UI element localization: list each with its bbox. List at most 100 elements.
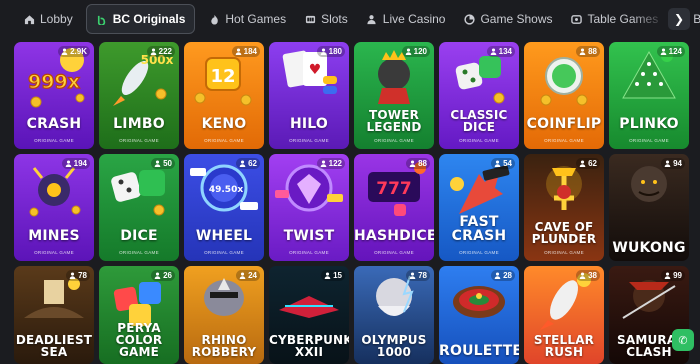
player-count-badge: 50 [151,158,175,169]
game-card-coinflip[interactable]: 88COINFLIPORIGINAL GAME [524,42,604,149]
user-icon [324,272,331,279]
home-icon [23,13,35,25]
original-game-label: ORIGINAL GAME [524,138,604,143]
user-icon [579,160,586,167]
player-count: 184 [244,47,257,56]
original-game-label: ORIGINAL GAME [99,250,179,255]
user-icon [320,160,327,167]
user-icon [154,160,161,167]
player-count-badge: 15 [321,270,345,281]
player-count-badge: 78 [66,270,90,281]
player-count-badge: 26 [151,270,175,281]
player-count-badge: 62 [236,158,260,169]
tab-lobby[interactable]: Lobby [14,4,82,34]
original-game-label: ORIGINAL GAME [269,138,349,143]
original-game-label: ORIGINAL GAME [99,138,179,143]
player-count-badge: 99 [661,270,685,281]
user-icon [409,272,416,279]
game-card-roulette[interactable]: 28ROULETTE [439,266,519,364]
game-card-olympus-1000[interactable]: 78 OLYMPUS 1000 [354,266,434,364]
game-title: DEADLIEST SEA [14,334,94,358]
game-show-icon [463,13,475,25]
bc-logo-icon [96,13,108,25]
original-game-label: ORIGINAL GAME [184,250,264,255]
player-count: 50 [163,159,172,168]
game-card-plinko[interactable]: 124PLINKOORIGINAL GAME [609,42,689,149]
game-card-limbo[interactable]: 500x222LIMBOORIGINAL GAME [99,42,179,149]
game-card-perya-color-game[interactable]: 26 PERYA COLOR GAME [99,266,179,364]
svg-text:999x: 999x [28,71,80,93]
player-count: 134 [499,47,512,56]
game-title: PERYA COLOR GAME [99,322,179,358]
table-games-icon [571,13,583,25]
tab-label: Live Casino [383,12,446,26]
game-card-hashdice[interactable]: 777 88 HASHDICE ORIGINAL GAME [354,154,434,261]
player-count-badge: 2.9K [58,46,90,57]
user-icon [235,48,242,55]
player-count: 99 [673,271,682,280]
player-count: 78 [78,271,87,280]
player-count: 78 [418,271,427,280]
player-count-badge: 180 [317,46,345,57]
original-game-label: ORIGINAL GAME [14,138,94,143]
game-title: PLINKO [609,117,689,131]
nav-next-button[interactable]: ❯ [668,8,690,30]
user-icon [494,160,501,167]
game-card-stellar-rush[interactable]: 38STELLAR RUSH [524,266,604,364]
game-title: OLYMPUS 1000 [354,334,434,358]
game-card-mines[interactable]: 194MINESORIGINAL GAME [14,154,94,261]
tab-slots[interactable]: Slots [295,4,357,34]
player-count: 26 [163,271,172,280]
user-icon [579,272,586,279]
user-icon [65,160,72,167]
game-title: HASHDICE [354,229,434,243]
game-card-rhino-robbery[interactable]: 24RHINO ROBBERY [184,266,264,364]
user-icon [405,48,412,55]
game-card-twist[interactable]: 122TWISTORIGINAL GAME [269,154,349,261]
player-count: 124 [669,47,682,56]
player-count-badge: 78 [406,270,430,281]
chevron-right-icon: ❯ [674,12,684,26]
original-game-label: ORIGINAL GAME [524,250,604,255]
player-count: 88 [588,47,597,56]
original-game-label: ORIGINAL GAME [354,250,434,255]
tab-hot-games[interactable]: Hot Games [199,4,295,34]
svg-text:777: 777 [376,179,412,199]
player-count: 88 [418,159,427,168]
user-icon [409,160,416,167]
game-card-hilo[interactable]: ♥180HILOORIGINAL GAME [269,42,349,149]
svg-text:49.50x: 49.50x [209,185,243,195]
player-count: 180 [329,47,342,56]
game-card-cave-of-plunder[interactable]: 62CAVE OF PLUNDERORIGINAL GAME [524,154,604,261]
game-card-tower-legend[interactable]: 120TOWER LEGENDORIGINAL GAME [354,42,434,149]
player-count-badge: 62 [576,158,600,169]
game-card-crash[interactable]: 999x2.9KCRASHORIGINAL GAME [14,42,94,149]
player-count-badge: 120 [402,46,430,57]
slots-icon [304,13,316,25]
game-card-wukong[interactable]: 94WUKONG [609,154,689,261]
game-card-dice[interactable]: 50DICEORIGINAL GAME [99,154,179,261]
user-icon [490,48,497,55]
game-card-keno[interactable]: 12184KENOORIGINAL GAME [184,42,264,149]
game-title: ROULETTE [439,344,519,358]
player-count-badge: 38 [576,270,600,281]
player-count: 54 [503,159,512,168]
tab-bc-originals[interactable]: BC Originals [86,4,196,34]
game-title: CYBERPUNK XXII [269,334,349,358]
user-icon [664,160,671,167]
game-card-fast-crash[interactable]: 54FAST CRASHORIGINAL GAME [439,154,519,261]
svg-text:12: 12 [210,66,235,87]
user-icon [239,272,246,279]
game-card-deadliest-sea[interactable]: 78 DEADLIEST SEA [14,266,94,364]
tab-game-shows[interactable]: Game Shows [454,4,561,34]
chat-support-button[interactable]: ✆ [672,329,694,351]
player-count: 120 [414,47,427,56]
tab-live-casino[interactable]: Live Casino [357,4,455,34]
game-title: WUKONG [609,241,689,255]
game-title: TOWER LEGEND [354,109,434,133]
player-count: 15 [333,271,342,280]
original-game-label: ORIGINAL GAME [184,138,264,143]
game-card-cyberpunk-xxii[interactable]: 15 CYBERPUNK XXII [269,266,349,364]
game-card-classic-dice[interactable]: 134CLASSIC DICEORIGINAL GAME [439,42,519,149]
game-card-wheel[interactable]: 49.50x62WHEELORIGINAL GAME [184,154,264,261]
